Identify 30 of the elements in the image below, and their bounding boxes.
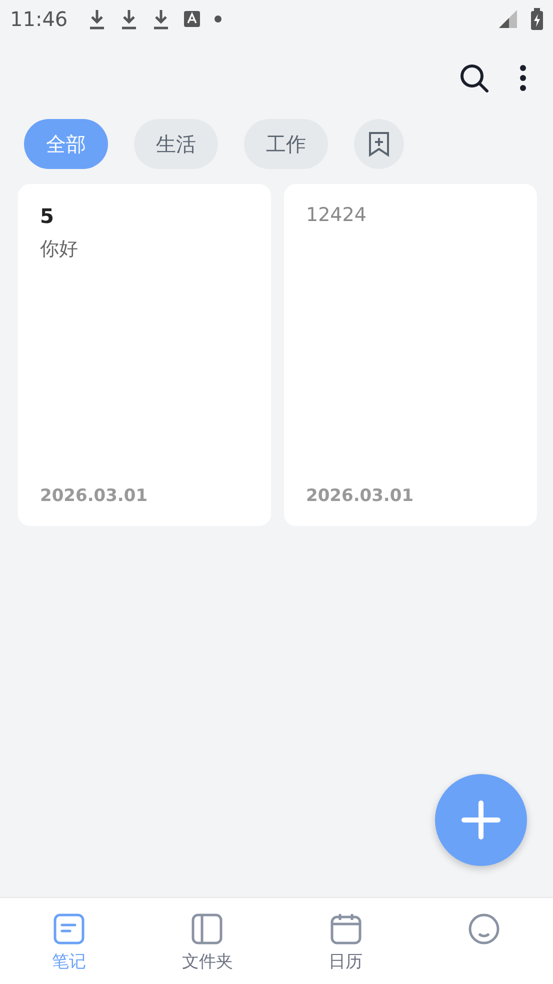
nav-tab[interactable]: 文件夹 bbox=[138, 898, 276, 984]
battery-icon bbox=[531, 8, 543, 30]
nav-tab[interactable]: 日历 bbox=[276, 898, 415, 984]
plus-icon bbox=[461, 800, 501, 840]
download-icon bbox=[120, 8, 138, 30]
status-time: 11:46 bbox=[10, 7, 68, 31]
note-title: 5 bbox=[40, 204, 55, 228]
note-date: 2026.03.01 bbox=[306, 486, 415, 506]
calendar-icon bbox=[328, 912, 363, 946]
add-bookmark-button[interactable] bbox=[354, 119, 404, 169]
face-icon bbox=[466, 912, 501, 946]
filter-tab[interactable]: 全部 bbox=[24, 119, 108, 169]
download-icon bbox=[152, 8, 170, 30]
note-body: 你好 bbox=[40, 237, 79, 262]
note-card[interactable]: 5 你好 2026.03.01 bbox=[18, 184, 271, 526]
filter-tab[interactable]: 工作 bbox=[244, 119, 328, 169]
note-body: 12424 bbox=[306, 204, 368, 226]
nav-tab[interactable]: 笔记 bbox=[0, 898, 138, 984]
more-icon[interactable] bbox=[519, 64, 527, 92]
bookmark-plus-icon bbox=[368, 131, 390, 157]
download-icon bbox=[88, 8, 106, 30]
dot-icon bbox=[214, 15, 222, 23]
keyboard-icon bbox=[184, 11, 200, 27]
search-icon[interactable] bbox=[459, 63, 489, 93]
filter-tab[interactable]: 生活 bbox=[134, 119, 218, 169]
note-date: 2026.03.01 bbox=[40, 486, 149, 506]
note-card[interactable]: 12424 2026.03.01 bbox=[284, 184, 537, 526]
book-icon bbox=[190, 912, 224, 946]
note-icon bbox=[52, 912, 86, 946]
signal-icon bbox=[499, 10, 517, 28]
